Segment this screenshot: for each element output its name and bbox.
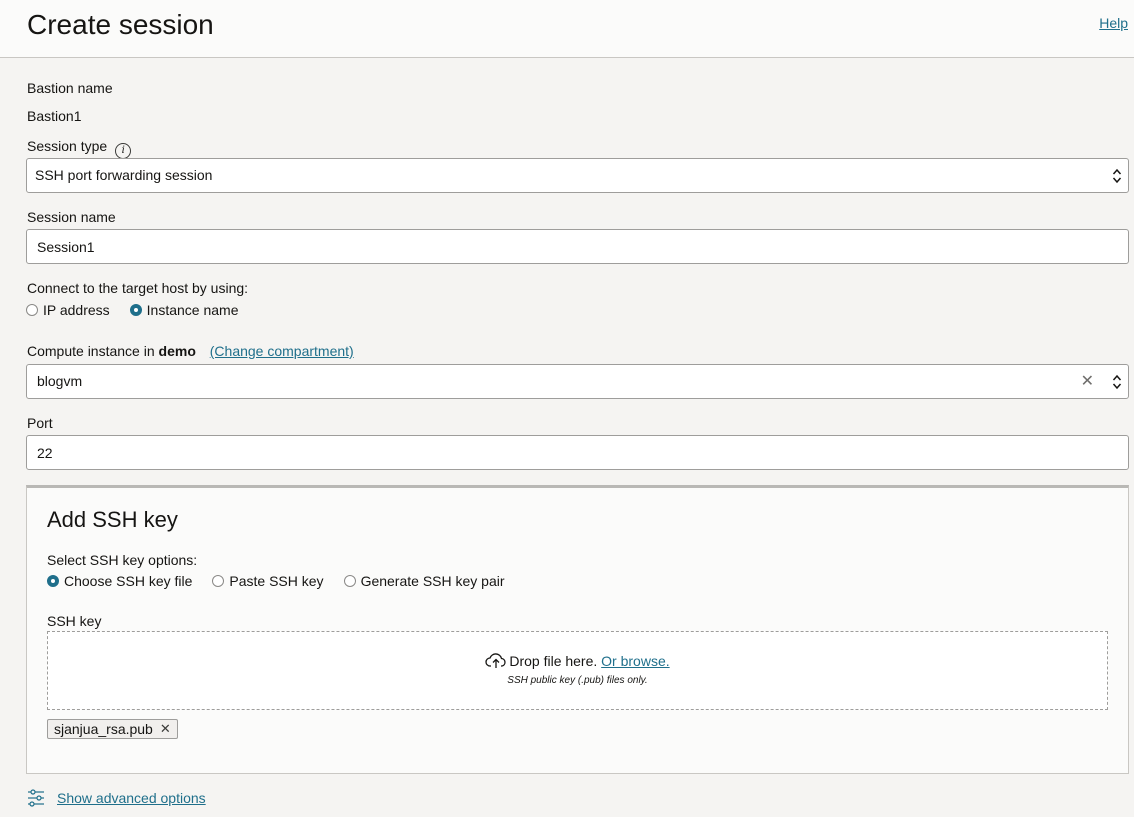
radio-instance-name-label: Instance name [146,302,239,318]
session-name-input[interactable] [26,229,1129,264]
file-chip-name: sjanjua_rsa.pub [54,721,153,737]
radio-paste-ssh-key-circle[interactable] [212,575,225,587]
page-header: Create session Help [0,0,1134,58]
ssh-panel-title: Add SSH key [47,507,178,532]
connect-label: Connect to the target host by using: [27,280,249,296]
drop-line: Drop file here. Or browse. [48,652,1107,670]
drop-text: Drop file here. [509,653,598,669]
compute-instance-label: Compute instance in [27,343,155,359]
change-compartment-link[interactable]: (Change compartment) [210,343,354,359]
radio-ip-address-circle[interactable] [26,304,38,316]
port-input[interactable] [26,435,1129,470]
chevron-updown-icon [1112,168,1122,184]
chevron-updown-icon [1112,374,1122,390]
show-advanced-options-link[interactable]: Show advanced options [57,789,206,807]
radio-choose-ssh-key-file-label: Choose SSH key file [64,573,193,589]
page-title: Create session [27,9,214,40]
sliders-icon[interactable] [27,789,45,807]
port-label: Port [27,415,53,431]
radio-generate-ssh-key-pair-label: Generate SSH key pair [360,573,505,589]
radio-generate-ssh-key-pair-circle[interactable] [343,575,356,587]
browse-link[interactable]: Or browse. [601,653,669,669]
radio-ip-address[interactable]: IP address [26,301,110,319]
ssh-options-label: Select SSH key options: [47,552,198,568]
bastion-name-value: Bastion1 [27,108,82,124]
cloud-upload-icon [485,653,506,668]
radio-paste-ssh-key-label: Paste SSH key [229,573,324,589]
compartment-name: demo [158,343,196,359]
session-type-value: SSH port forwarding session [35,167,213,183]
radio-choose-ssh-key-file-circle[interactable] [47,575,59,587]
help-link[interactable]: Help [1099,15,1128,31]
info-icon[interactable]: i [115,143,132,159]
radio-ip-address-label: IP address [43,302,110,318]
ssh-key-label: SSH key [47,613,102,629]
bastion-name-label: Bastion name [27,80,113,96]
radio-paste-ssh-key[interactable]: Paste SSH key [212,572,324,590]
session-type-label: Session type [27,138,108,154]
ssh-key-drop-zone[interactable]: Drop file here. Or browse. SSH public ke… [47,631,1108,710]
radio-choose-ssh-key-file[interactable]: Choose SSH key file [47,572,192,590]
compute-instance-value: blogvm [37,373,83,389]
session-type-label-row: Session type i [27,137,132,159]
ssh-options-radio-group: Choose SSH key file Paste SSH key Genera… [47,572,525,590]
remove-file-icon[interactable]: ✕ [160,720,171,738]
compute-instance-select[interactable]: blogvm ✕ [26,364,1129,399]
radio-generate-ssh-key-pair[interactable]: Generate SSH key pair [343,572,505,590]
radio-instance-name-circle[interactable] [129,304,142,316]
advanced-options-row: Show advanced options [27,789,206,807]
clear-icon[interactable]: ✕ [1081,365,1094,398]
drop-hint: SSH public key (.pub) files only. [507,675,648,686]
compute-instance-label-row: Compute instance in demo (Change compart… [27,342,354,360]
session-type-select[interactable]: SSH port forwarding session [26,158,1129,193]
file-chip: sjanjua_rsa.pub ✕ [47,719,178,739]
radio-instance-name[interactable]: Instance name [129,301,239,319]
session-name-label: Session name [27,209,116,225]
connect-radio-group: IP address Instance name [26,301,259,319]
add-ssh-key-panel: Add SSH key Select SSH key options: Choo… [26,485,1129,774]
